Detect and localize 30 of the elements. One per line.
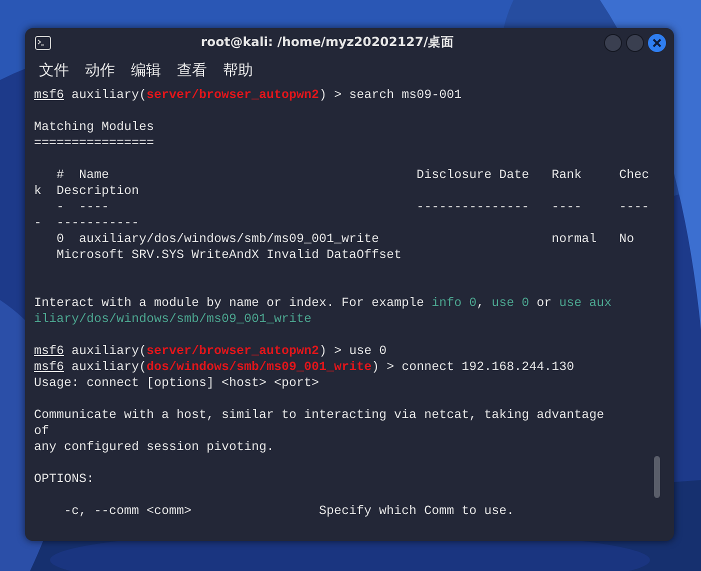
terminal-line: msf6 auxiliary(server/browser_autopwn2) > use 0	[34, 343, 388, 359]
terminal-line: of	[34, 423, 50, 439]
terminal-line: Usage: connect [options] <host> <port>	[34, 375, 320, 391]
terminal-line: Matching Modules	[34, 119, 156, 135]
terminal-line: msf6 auxiliary(server/browser_autopwn2) > search ms09-001	[34, 87, 463, 103]
minimize-button[interactable]	[604, 34, 622, 52]
menu-item[interactable]: 编辑	[125, 59, 167, 81]
terminal-line: Communicate with a host, similar to interacting via netcat, taking advantage	[34, 407, 606, 423]
terminal-icon	[35, 36, 51, 50]
menu-item[interactable]: 动作	[79, 59, 121, 81]
terminal-line: any configured session pivoting.	[34, 439, 276, 455]
terminal-line: msf6 auxiliary(dos/windows/smb/ms09_001_write) > connect 192.168.244.130	[34, 359, 576, 375]
terminal-line: -c, --comm <comm> Specify which Comm to use.	[63, 503, 516, 519]
close-icon	[652, 38, 662, 48]
close-button[interactable]	[648, 34, 666, 52]
terminal-line: Interact with a module by name or index. For example info 0, use 0 or use aux	[34, 295, 613, 311]
terminal-line: k Description	[34, 183, 140, 199]
terminal-line: Microsoft SRV.SYS WriteAndX Invalid DataOffset	[56, 247, 403, 263]
terminal-line: iliary/dos/windows/smb/ms09_001_write	[34, 311, 313, 327]
terminal-line: # Name Disclosure Date Rank Chec	[56, 167, 650, 183]
terminal-line: - ---- --------------- ---- ----	[56, 199, 650, 215]
window-title: root@kali: /home/myz20202127/桌面	[200, 34, 456, 51]
menu-item[interactable]: 帮助	[217, 59, 259, 81]
scrollbar-thumb[interactable]	[654, 456, 660, 498]
terminal-line: 0 auxiliary/dos/windows/smb/ms09_001_write normal No	[56, 231, 636, 247]
menu-item[interactable]: 查看	[171, 59, 213, 81]
terminal-line: ================	[34, 135, 156, 151]
terminal-line: OPTIONS:	[34, 471, 96, 487]
terminal-line: - -----------	[34, 215, 140, 231]
menu-item[interactable]: 文件	[33, 59, 75, 81]
